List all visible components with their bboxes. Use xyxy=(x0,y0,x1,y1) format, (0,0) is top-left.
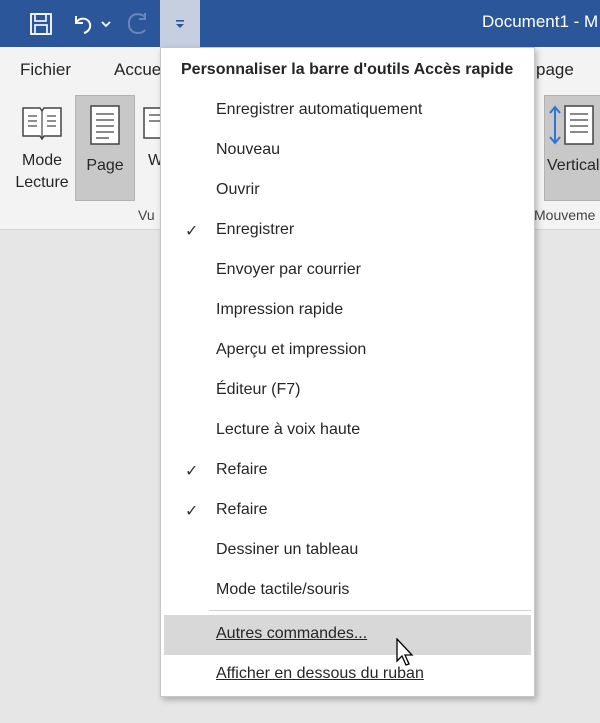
tab-file[interactable]: Fichier xyxy=(20,60,71,80)
menu-item-redo-2[interactable]: ✓ Refaire xyxy=(161,491,534,531)
vertical-button[interactable]: Vertical xyxy=(544,95,600,201)
menu-item-label: Autres commandes... xyxy=(216,625,368,642)
menu-item-email[interactable]: Envoyer par courrier xyxy=(161,251,534,291)
redo-button[interactable] xyxy=(122,0,154,47)
menu-item-touch-mouse-mode[interactable]: Mode tactile/souris xyxy=(161,571,534,611)
menu-separator xyxy=(209,610,531,611)
menu-item-editor[interactable]: Éditeur (F7) xyxy=(161,371,534,411)
menu-item-label: Lecture à voix haute xyxy=(216,421,361,438)
check-icon: ✓ xyxy=(185,223,199,240)
save-icon xyxy=(30,12,52,35)
undo-dropdown-button[interactable] xyxy=(98,0,114,47)
customize-qat-button[interactable] xyxy=(160,0,200,47)
menu-item-label: Éditeur (F7) xyxy=(216,381,301,398)
page-view-label: Page xyxy=(86,157,124,174)
menu-item-label: Nouveau xyxy=(216,141,281,158)
menu-item-label: Dessiner un tableau xyxy=(216,541,359,558)
undo-icon xyxy=(75,15,92,34)
web-view-label: W xyxy=(148,152,160,169)
menu-item-quick-print[interactable]: Impression rapide xyxy=(161,291,534,331)
menu-item-label: Impression rapide xyxy=(216,301,344,318)
undo-button[interactable] xyxy=(68,0,96,47)
window-title: Document1 - M xyxy=(482,12,599,31)
title-bar: Document1 - M xyxy=(0,0,600,47)
check-icon: ✓ xyxy=(185,503,199,520)
web-page-icon xyxy=(143,107,160,139)
tab-layout[interactable]: page xyxy=(536,60,574,80)
tab-home[interactable]: Accue xyxy=(114,60,161,80)
vertical-label: Vertical xyxy=(547,157,600,174)
menu-item-save[interactable]: ✓ Enregistrer xyxy=(161,211,534,251)
mouse-cursor-icon xyxy=(396,638,414,666)
menu-header: Personnaliser la barre d'outils Accès ra… xyxy=(181,61,514,78)
menu-item-read-aloud[interactable]: Lecture à voix haute xyxy=(161,411,534,451)
check-icon: ✓ xyxy=(185,463,199,480)
reading-mode-label: Mode Lecture xyxy=(15,152,69,191)
book-icon xyxy=(22,107,62,141)
menu-item-label: Enregistrer automatiquement xyxy=(216,101,423,118)
menu-item-label: Refaire xyxy=(216,501,268,518)
menu-item-label: Ouvrir xyxy=(216,181,260,198)
menu-item-label: Enregistrer xyxy=(216,221,295,238)
menu-item-open[interactable]: Ouvrir xyxy=(161,171,534,211)
page-icon xyxy=(90,105,120,145)
reading-mode-button[interactable]: Mode Lecture xyxy=(12,103,72,199)
vertical-scroll-icon xyxy=(549,105,594,145)
menu-item-label: Afficher en dessous du ruban xyxy=(216,665,424,682)
menu-item-autosave[interactable]: Enregistrer automatiquement xyxy=(161,91,534,131)
save-button[interactable] xyxy=(24,0,58,47)
menu-item-new[interactable]: Nouveau xyxy=(161,131,534,171)
redo-icon xyxy=(127,12,146,34)
menu-item-label: Mode tactile/souris xyxy=(216,581,350,598)
customize-qat-icon xyxy=(176,19,184,28)
menu-item-more-commands[interactable]: Autres commandes... xyxy=(164,615,531,655)
menu-item-label: Refaire xyxy=(216,461,268,478)
menu-item-redo-1[interactable]: ✓ Refaire xyxy=(161,451,534,491)
web-view-button[interactable]: W xyxy=(140,103,160,199)
customize-qat-menu: Personnaliser la barre d'outils Accès ra… xyxy=(160,47,535,697)
page-view-button[interactable]: Page xyxy=(75,95,135,201)
chevron-down-icon xyxy=(101,20,111,27)
menu-item-draw-table[interactable]: Dessiner un tableau xyxy=(161,531,534,571)
menu-item-label: Envoyer par courrier xyxy=(216,261,361,278)
group-views-label: Vu xyxy=(138,207,155,223)
group-movement-label: Mouveme xyxy=(534,207,596,223)
menu-item-label: Aperçu et impression xyxy=(216,341,367,358)
menu-item-show-below-ribbon[interactable]: Afficher en dessous du ruban xyxy=(161,655,534,695)
menu-item-print-preview[interactable]: Aperçu et impression xyxy=(161,331,534,371)
